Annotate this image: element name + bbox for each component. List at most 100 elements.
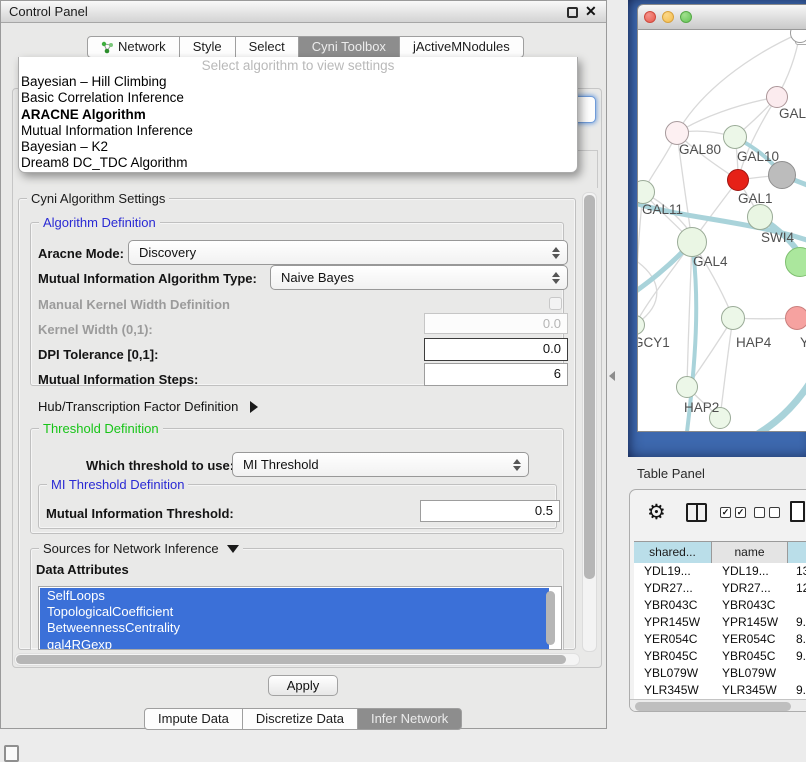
list-item-selfloops[interactable]: SelfLoops xyxy=(40,588,549,604)
tab-network-label: Network xyxy=(118,37,166,57)
apply-button[interactable]: Apply xyxy=(268,675,338,696)
hub-definition-label: Hub/Transcription Factor Definition xyxy=(38,399,238,414)
list-item-betweennesscentrality[interactable]: BetweennessCentrality xyxy=(40,620,549,636)
node-hap4[interactable] xyxy=(721,306,745,330)
list-scrollbar-thumb[interactable] xyxy=(546,591,555,645)
settings-vertical-scrollbar[interactable] xyxy=(582,192,597,652)
mi-algorithm-type-label: Mutual Information Algorithm Type: xyxy=(38,271,257,286)
cell: 9. xyxy=(788,682,806,699)
cell: YLR345W xyxy=(634,682,712,699)
node-salmon[interactable] xyxy=(785,306,806,330)
table-row[interactable]: YBR045C YBR045C 9. xyxy=(634,648,806,665)
node-label-gal-partial: GAL xyxy=(779,106,806,121)
tab-style[interactable]: Style xyxy=(179,36,236,58)
gear-icon[interactable]: ⚙ xyxy=(647,502,666,523)
tab-impute-data[interactable]: Impute Data xyxy=(144,708,243,730)
table-row[interactable]: YDL19... YDL19... 13 xyxy=(634,563,806,580)
deselect-all-columns-icon[interactable] xyxy=(754,507,780,518)
hub-definition-toggle[interactable]: Hub/Transcription Factor Definition xyxy=(38,399,258,414)
close-icon[interactable]: ✕ xyxy=(585,3,597,20)
mi-threshold-definition-title: MI Threshold Definition xyxy=(47,477,188,492)
list-item-gal4rgexp[interactable]: gal4RGexp xyxy=(40,637,549,650)
minimized-panel-icon[interactable] xyxy=(4,745,19,762)
combo-arrows-icon xyxy=(552,247,560,259)
column-header-partial[interactable] xyxy=(788,542,806,564)
network-canvas[interactable]: GAL GAL80 GAL10 GAL1 GAL11 SWI4 GAL4 GCY… xyxy=(638,30,806,432)
node-hap2[interactable] xyxy=(676,376,698,398)
node-gray[interactable] xyxy=(768,161,796,189)
algorithm-dropdown-list: Select algorithm to view settings Bayesi… xyxy=(18,57,578,173)
dropdown-item-basic-correlation[interactable]: Basic Correlation Inference xyxy=(19,90,577,106)
expanded-arrow-icon[interactable] xyxy=(227,545,239,553)
control-panel-titlebar[interactable]: Control Panel ✕ xyxy=(1,1,606,23)
zoom-traffic-light-icon[interactable] xyxy=(680,11,692,23)
float-window-icon[interactable] xyxy=(567,7,578,18)
data-attributes-list: SelfLoops TopologicalCoefficient Between… xyxy=(38,586,562,650)
settings-horizontal-scrollbar[interactable] xyxy=(14,653,580,666)
node-label-gal80: GAL80 xyxy=(679,142,721,157)
tab-infer-network[interactable]: Infer Network xyxy=(357,708,462,730)
node-label-swi4: SWI4 xyxy=(761,230,794,245)
sources-title-text: Sources for Network Inference xyxy=(43,541,219,556)
dropdown-item-bayesian-k2[interactable]: Bayesian – K2 xyxy=(19,139,577,155)
node-gal4[interactable] xyxy=(677,227,707,257)
column-header-name[interactable]: name xyxy=(712,542,788,564)
table-horizontal-scrollbar[interactable] xyxy=(630,699,806,712)
table-body: YDL19... YDL19... 13 YDR27... YDR27... 1… xyxy=(634,563,806,699)
combo-arrows-icon xyxy=(513,459,521,471)
node-gal1[interactable] xyxy=(727,169,749,191)
aracne-mode-combo[interactable]: Discovery xyxy=(128,240,568,265)
node-label-gal11: GAL11 xyxy=(642,202,683,217)
aracne-mode-label: Aracne Mode: xyxy=(38,246,124,261)
table-toolbar: ⚙ ✓✓ xyxy=(630,490,806,541)
table-header-row: shared... name xyxy=(634,541,806,563)
columns-icon[interactable] xyxy=(686,503,707,522)
tab-discretize-data[interactable]: Discretize Data xyxy=(242,708,358,730)
control-panel-tabbar: Network Style Select Cyni Toolbox jActiv… xyxy=(87,36,524,58)
table-row[interactable]: YPR145W YPR145W 9. xyxy=(634,614,806,631)
tab-jactivemnodules[interactable]: jActiveMNodules xyxy=(399,36,524,58)
close-traffic-light-icon[interactable] xyxy=(644,11,656,23)
table-row[interactable]: YLR345W YLR345W 9. xyxy=(634,682,806,699)
which-threshold-combo[interactable]: MI Threshold xyxy=(232,452,529,477)
table-row[interactable]: YBR043C YBR043C xyxy=(634,597,806,614)
settings-horizontal-scrollbar-thumb[interactable] xyxy=(16,655,566,664)
mi-steps-field[interactable]: 6 xyxy=(424,363,568,386)
mi-algorithm-type-combo[interactable]: Naive Bayes xyxy=(270,265,568,290)
column-header-shared-name[interactable]: shared... xyxy=(634,542,712,564)
list-item-topologicalcoefficient[interactable]: TopologicalCoefficient xyxy=(40,604,549,620)
settings-vertical-scrollbar-thumb[interactable] xyxy=(584,195,595,579)
window-title: Control Panel xyxy=(9,4,88,19)
dropdown-item-aracne[interactable]: ARACNE Algorithm xyxy=(19,107,577,123)
mi-threshold-field[interactable]: 0.5 xyxy=(420,500,560,522)
tab-style-label: Style xyxy=(193,37,222,57)
which-threshold-value: MI Threshold xyxy=(243,457,319,472)
dpi-tolerance-label: DPI Tolerance [0,1]: xyxy=(38,347,158,362)
dropdown-item-bayesian-hill[interactable]: Bayesian – Hill Climbing xyxy=(19,74,577,90)
panel-divider-handle[interactable] xyxy=(609,371,615,381)
table-row[interactable]: YER054C YER054C 8. xyxy=(634,631,806,648)
minimize-traffic-light-icon[interactable] xyxy=(662,11,674,23)
tab-network[interactable]: Network xyxy=(87,36,180,58)
table-row[interactable]: YDR27... YDR27... 12 xyxy=(634,580,806,597)
table-row[interactable]: YBL079W YBL079W xyxy=(634,665,806,682)
tab-select[interactable]: Select xyxy=(235,36,299,58)
table-panel: ⚙ ✓✓ shared... name YDL19... YDL19... 13 xyxy=(629,489,806,712)
dpi-tolerance-field[interactable]: 0.0 xyxy=(424,338,568,361)
tab-impute-data-label: Impute Data xyxy=(158,709,229,729)
combo-arrows-icon xyxy=(552,272,560,284)
cell xyxy=(788,597,806,614)
node-swi4[interactable] xyxy=(747,204,773,230)
cell: YBL079W xyxy=(712,665,788,682)
dropdown-item-mutual-information[interactable]: Mutual Information Inference xyxy=(19,123,577,139)
new-table-icon[interactable] xyxy=(790,501,805,522)
dropdown-item-dream8[interactable]: Dream8 DC_TDC Algorithm xyxy=(19,155,577,171)
screen: Control Panel ✕ Network Style Select Cyn… xyxy=(0,0,806,762)
network-window-titlebar[interactable] xyxy=(638,5,806,30)
select-all-columns-icon[interactable]: ✓✓ xyxy=(720,507,746,518)
tab-cyni-toolbox[interactable]: Cyni Toolbox xyxy=(298,36,400,58)
table-horizontal-scrollbar-thumb[interactable] xyxy=(635,702,791,711)
aracne-mode-value: Discovery xyxy=(139,245,196,260)
node-gal10[interactable] xyxy=(723,125,747,149)
node-gal7[interactable] xyxy=(766,86,788,108)
